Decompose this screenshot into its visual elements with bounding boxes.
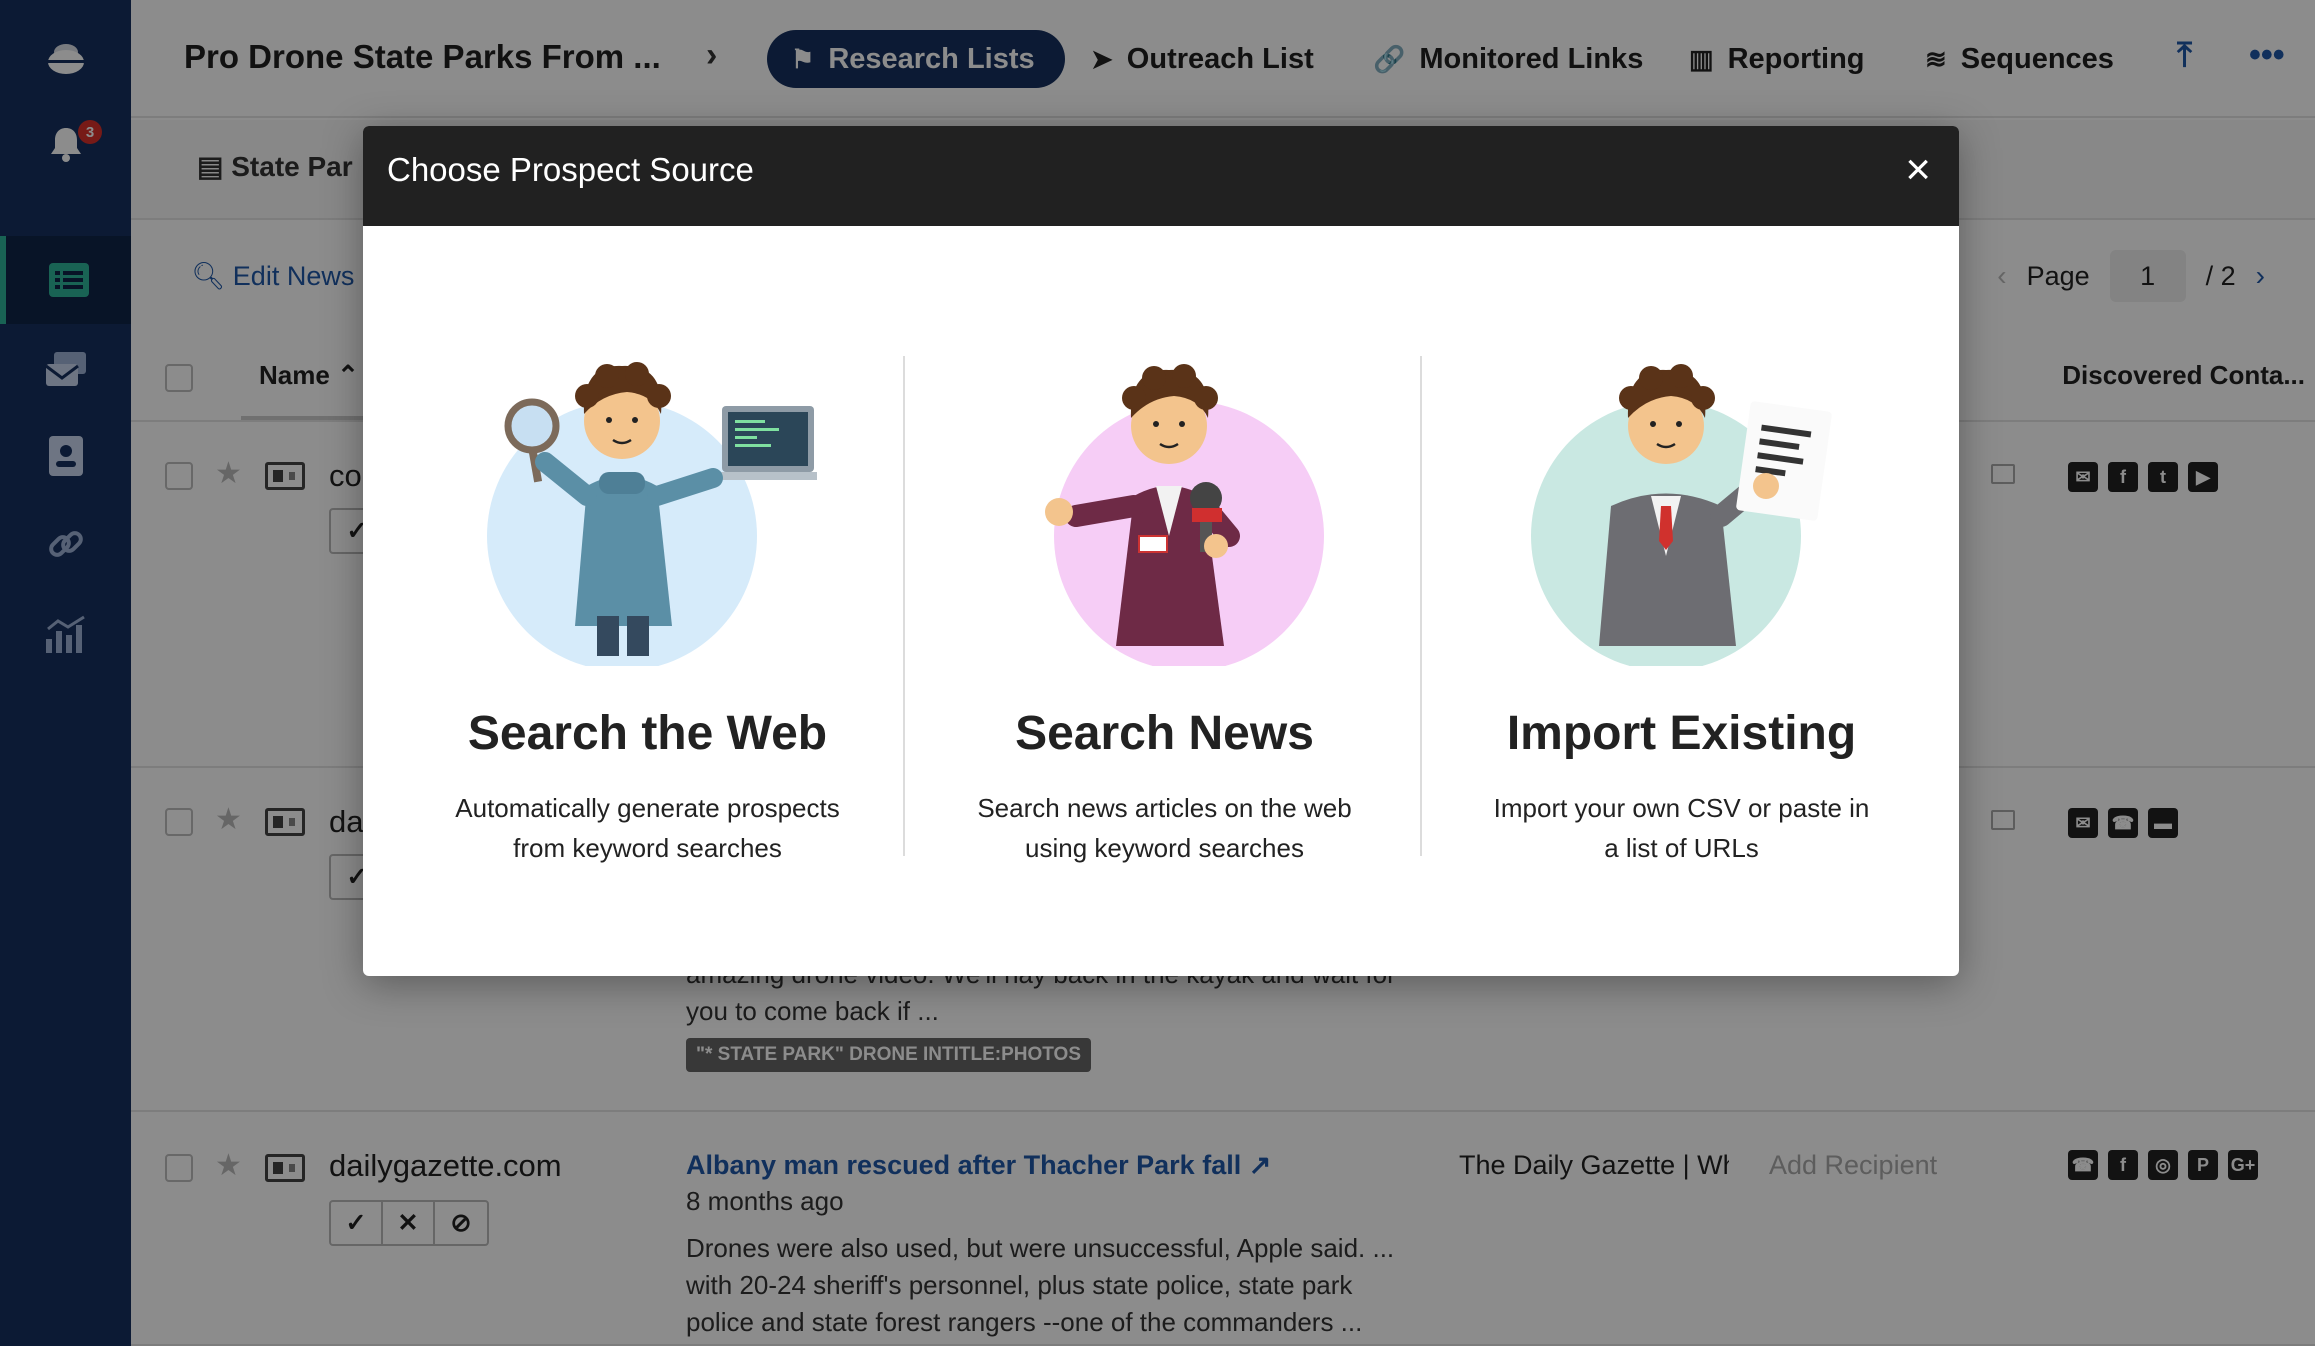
web-searcher-illustration [487, 362, 817, 666]
option-description: Automatically generate prospects from ke… [409, 788, 886, 868]
close-icon[interactable]: × [1905, 148, 1931, 192]
choose-prospect-source-dialog: Choose Prospect Source × Search the Web … [363, 126, 1959, 976]
option-search-web[interactable]: Search the Web Automatically generate pr… [389, 226, 906, 976]
option-description: Import your own CSV or paste in a list o… [1443, 788, 1920, 868]
option-desc-line: using keyword searches [1025, 833, 1304, 863]
option-description: Search news articles on the web using ke… [926, 788, 1403, 868]
option-import-existing[interactable]: Import Existing Import your own CSV or p… [1423, 226, 1940, 976]
modal-header: Choose Prospect Source × [363, 126, 1959, 226]
option-divider [903, 356, 905, 856]
option-divider [1420, 356, 1422, 856]
news-reporter-illustration [1045, 364, 1324, 666]
option-desc-line: a list of URLs [1604, 833, 1759, 863]
option-desc-line: from keyword searches [513, 833, 782, 863]
option-title: Search the Web [467, 707, 828, 760]
option-title: Import Existing [1506, 707, 1857, 760]
option-desc-line: Search news articles on the web [977, 793, 1352, 823]
modal-title: Choose Prospect Source [387, 151, 754, 188]
option-desc-line: Import your own CSV or paste in [1493, 793, 1870, 823]
option-desc-line: Automatically generate prospects [455, 793, 840, 823]
importer-illustration [1531, 364, 1832, 666]
option-search-news[interactable]: Search News Search news articles on the … [906, 226, 1423, 976]
option-title: Search News [1015, 707, 1314, 760]
